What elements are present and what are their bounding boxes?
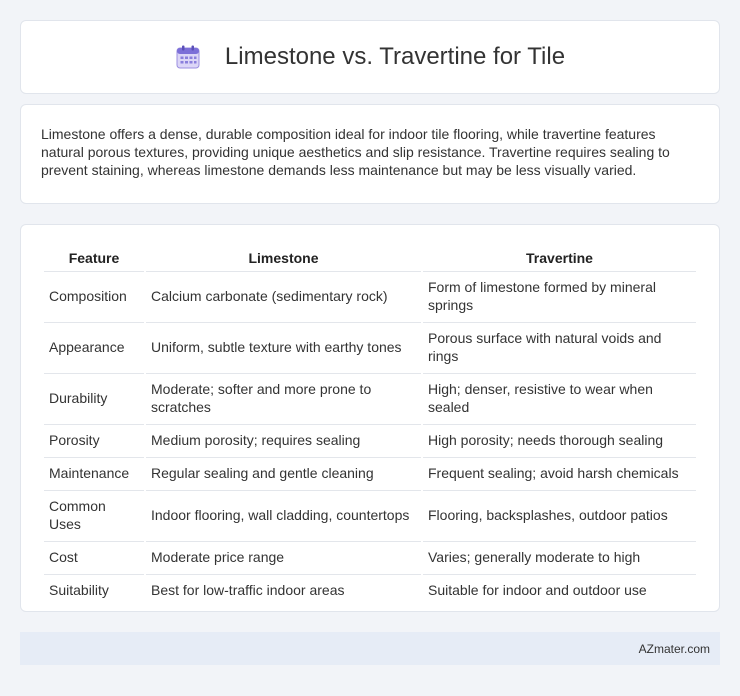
travertine-cell: High porosity; needs thorough sealing [423, 424, 696, 455]
footer: AZmater.com [20, 632, 720, 665]
comparison-table: Feature Limestone Travertine Composition… [42, 245, 698, 607]
feature-cell: Composition [44, 271, 144, 320]
column-header-limestone: Limestone [248, 250, 319, 266]
feature-cell: Cost [44, 541, 144, 572]
travertine-cell: Suitable for indoor and outdoor use [423, 574, 696, 605]
feature-cell: Porosity [44, 424, 144, 455]
limestone-cell: Indoor flooring, wall cladding, countert… [146, 490, 421, 539]
travertine-cell: Varies; generally moderate to high [423, 541, 696, 572]
table-header-row: Feature Limestone Travertine [44, 247, 696, 269]
limestone-cell: Best for low-traffic indoor areas [146, 574, 421, 605]
table-row: Suitability Best for low-traffic indoor … [44, 574, 696, 605]
limestone-cell: Regular sealing and gentle cleaning [146, 457, 421, 488]
column-header-travertine: Travertine [526, 250, 593, 266]
table-row: Common Uses Indoor flooring, wall claddi… [44, 490, 696, 539]
feature-cell: Common Uses [44, 490, 144, 539]
table-row: Cost Moderate price range Varies; genera… [44, 541, 696, 572]
comparison-table-card: Feature Limestone Travertine Composition… [20, 224, 720, 612]
feature-cell: Durability [44, 373, 144, 422]
feature-cell: Appearance [44, 322, 144, 371]
travertine-cell: High; denser, resistive to wear when sea… [423, 373, 696, 422]
table-row: Appearance Uniform, subtle texture with … [44, 322, 696, 371]
travertine-cell: Porous surface with natural voids and ri… [423, 322, 696, 371]
travertine-cell: Frequent sealing; avoid harsh chemicals [423, 457, 696, 488]
table-row: Maintenance Regular sealing and gentle c… [44, 457, 696, 488]
limestone-cell: Moderate price range [146, 541, 421, 572]
calendar-icon [176, 45, 200, 69]
feature-cell: Suitability [44, 574, 144, 605]
page-title: Limestone vs. Travertine for Tile [224, 43, 566, 70]
feature-cell: Maintenance [44, 457, 144, 488]
summary-card: Limestone offers a dense, durable compos… [20, 104, 720, 204]
table-row: Durability Moderate; softer and more pro… [44, 373, 696, 422]
title-card: Limestone vs. Travertine for Tile [20, 20, 720, 94]
column-header-feature: Feature [68, 250, 120, 266]
limestone-cell: Moderate; softer and more prone to scrat… [146, 373, 421, 422]
limestone-cell: Medium porosity; requires sealing [146, 424, 421, 455]
travertine-cell: Form of limestone formed by mineral spri… [423, 271, 696, 320]
travertine-cell: Flooring, backsplashes, outdoor patios [423, 490, 696, 539]
table-row: Porosity Medium porosity; requires seali… [44, 424, 696, 455]
summary-text: Limestone offers a dense, durable compos… [41, 126, 670, 178]
limestone-cell: Calcium carbonate (sedimentary rock) [146, 271, 421, 320]
table-row: Composition Calcium carbonate (sedimenta… [44, 271, 696, 320]
footer-brand: AZmater.com [638, 641, 710, 656]
limestone-cell: Uniform, subtle texture with earthy tone… [146, 322, 421, 371]
